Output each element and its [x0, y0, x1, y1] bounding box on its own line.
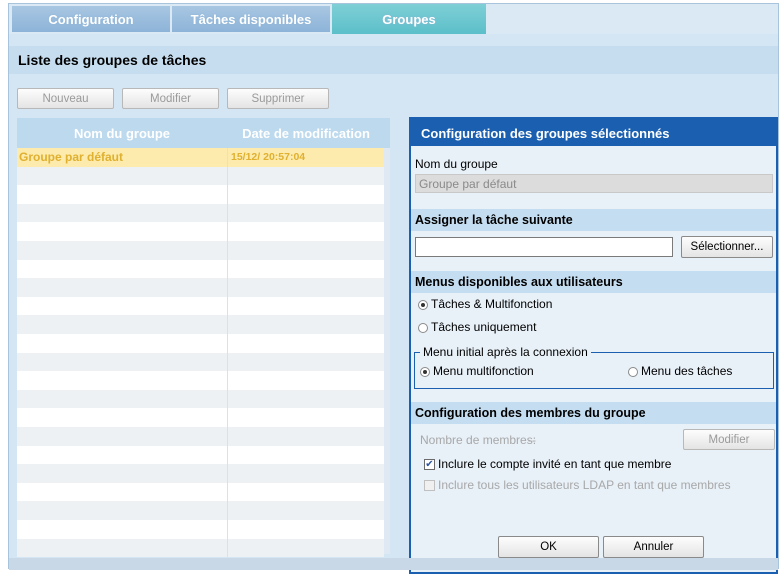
- column-divider: [227, 185, 228, 204]
- column-divider: [227, 520, 228, 539]
- table-header: Nom du groupe Date de modification: [17, 118, 390, 148]
- vertical-scrollbar[interactable]: [384, 148, 390, 554]
- column-header-name[interactable]: Nom du groupe: [17, 118, 227, 148]
- radio-initial-tasks[interactable]: [628, 367, 638, 377]
- tab-available-tasks[interactable]: Tâches disponibles: [172, 6, 330, 32]
- radio-tasks-multifunction[interactable]: [418, 300, 428, 310]
- members-edit-button[interactable]: Modifier: [683, 429, 775, 450]
- assigned-task-field[interactable]: [415, 237, 673, 257]
- table-row: [17, 278, 384, 297]
- bottom-strip: [9, 558, 778, 570]
- radio-tasks-only-label: Tâches uniquement: [431, 320, 537, 334]
- table-row: [17, 371, 384, 390]
- table-row: [17, 222, 384, 241]
- group-name-label: Nom du groupe: [415, 157, 498, 171]
- table-row: [17, 241, 384, 260]
- cancel-button[interactable]: Annuler: [603, 536, 704, 558]
- table-row: [17, 185, 384, 204]
- radio-initial-tasks-label: Menu des tâches: [641, 364, 733, 378]
- table-row[interactable]: Groupe par défaut 15/12/ 20:57:04: [17, 148, 384, 167]
- column-divider: [227, 482, 228, 502]
- tab-configuration[interactable]: Configuration: [12, 6, 170, 32]
- table-row: [17, 166, 384, 186]
- column-divider: [227, 166, 228, 186]
- delete-button[interactable]: Supprimer: [227, 88, 329, 109]
- new-button[interactable]: Nouveau: [17, 88, 114, 109]
- edit-button[interactable]: Modifier: [122, 88, 219, 109]
- table-row: [17, 520, 384, 539]
- table-row: [17, 427, 384, 446]
- column-divider: [227, 389, 228, 409]
- members-section: Configuration des membres du groupe: [411, 402, 776, 424]
- table-row: [17, 538, 384, 558]
- app-frame: Configuration Tâches disponibles Groupes…: [8, 3, 779, 574]
- radio-tasks-multifunction-label: Tâches & Multifonction: [431, 297, 553, 311]
- radio-initial-multifunction-label: Menu multifonction: [433, 364, 534, 378]
- column-divider: [227, 464, 228, 483]
- table-row: [17, 296, 384, 316]
- select-task-button[interactable]: Sélectionner...: [681, 236, 773, 258]
- column-divider: [227, 259, 228, 279]
- ldap-checkbox-label: Inclure tous les utilisateurs LDAP en ta…: [438, 478, 731, 492]
- cell-group-name: Groupe par défaut: [19, 150, 124, 165]
- column-divider: [227, 203, 228, 223]
- column-header-date[interactable]: Date de modification: [228, 118, 384, 148]
- table-row: [17, 259, 384, 279]
- column-divider: [227, 408, 228, 427]
- column-divider: [227, 148, 228, 167]
- column-divider: [227, 222, 228, 241]
- column-divider: [227, 445, 228, 465]
- groups-table: Nom du groupe Date de modification Group…: [17, 118, 390, 558]
- column-divider: [227, 427, 228, 446]
- panel-title: Configuration des groupes sélectionnés: [409, 117, 778, 146]
- column-divider: [227, 315, 228, 334]
- table-row: [17, 334, 384, 353]
- column-divider: [227, 371, 228, 390]
- radio-tasks-only[interactable]: [418, 323, 428, 333]
- assign-task-section: Assigner la tâche suivante: [411, 209, 776, 231]
- tab-bar: Configuration Tâches disponibles Groupes: [9, 4, 778, 34]
- table-row: [17, 315, 384, 334]
- initial-menu-legend: Menu initial après la connexion: [420, 345, 591, 359]
- table-row: [17, 482, 384, 502]
- guest-checkbox[interactable]: ✔: [424, 459, 435, 470]
- table-row: [17, 203, 384, 223]
- table-row: [17, 445, 384, 465]
- column-divider: [227, 334, 228, 353]
- guest-checkbox-label: Inclure le compte invité en tant que mem…: [438, 457, 672, 471]
- cell-modified-date: 15/12/ 20:57:04: [231, 151, 306, 164]
- table-row: [17, 389, 384, 409]
- table-row: [17, 464, 384, 483]
- members-count-value: --: [528, 433, 536, 447]
- column-divider: [227, 278, 228, 297]
- radio-initial-multifunction[interactable]: [420, 367, 430, 377]
- column-divider: [227, 241, 228, 260]
- column-divider: [227, 352, 228, 372]
- ldap-checkbox[interactable]: [424, 480, 435, 491]
- ok-button[interactable]: OK: [498, 536, 599, 558]
- table-row: [17, 408, 384, 427]
- tab-groups[interactable]: Groupes: [332, 4, 486, 34]
- menus-section: Menus disponibles aux utilisateurs: [411, 271, 776, 293]
- column-divider: [227, 501, 228, 520]
- members-count-label: Nombre de membres:: [420, 433, 537, 447]
- group-config-panel: Configuration des groupes sélectionnés N…: [409, 117, 778, 574]
- column-divider: [227, 296, 228, 316]
- column-divider: [227, 538, 228, 558]
- table-row: [17, 352, 384, 372]
- table-row: [17, 501, 384, 520]
- page-title: Liste des groupes de tâches: [9, 46, 778, 74]
- group-name-field: Groupe par défaut: [415, 174, 773, 193]
